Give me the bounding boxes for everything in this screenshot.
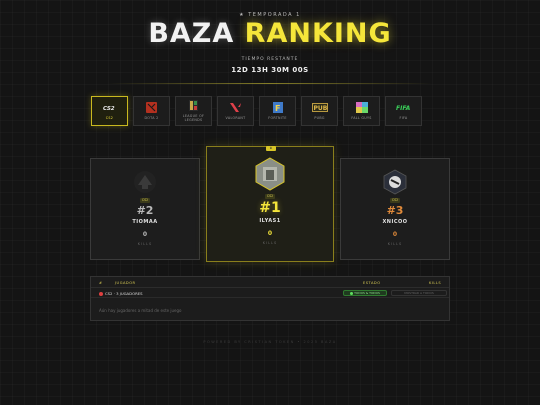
game-tab-label: CS2 xyxy=(105,116,114,120)
game-tab-label: FORTNITE xyxy=(268,116,287,120)
players-table: # JUGADOR ESTADO KILLS CS2 · 3 JUGADORES… xyxy=(90,276,450,321)
svg-text:PUBG: PUBG xyxy=(313,105,328,112)
game-tab-label: VALORANT xyxy=(225,116,246,120)
game-tab-label: PUBG xyxy=(314,116,325,120)
svg-text:FIFA: FIFA xyxy=(396,105,411,111)
game-badge: CS2 xyxy=(389,198,401,203)
title-ranking: RANKING xyxy=(244,18,392,49)
game-tab-fortnite[interactable]: F FORTNITE xyxy=(259,96,296,126)
player-name: ILYAS1 xyxy=(259,218,281,224)
player-name: TIOMAA xyxy=(132,219,158,225)
countdown-timer: 12D 13H 30M 00S xyxy=(231,66,309,74)
game-tab-valorant[interactable]: VALORANT xyxy=(217,96,254,126)
game-tab-label: FALL GUYS xyxy=(351,116,372,120)
filter-pill-active[interactable]: TODOS & TODOS xyxy=(343,290,387,296)
column-header-status: ESTADO xyxy=(363,281,381,285)
group-row[interactable]: CS2 · 3 JUGADORES TODOS & TODOS MOSTRAR … xyxy=(91,288,449,298)
group-text: CS2 · 3 JUGADORES xyxy=(105,291,143,296)
avatar xyxy=(132,169,158,195)
group-label: CS2 · 3 JUGADORES xyxy=(99,291,143,296)
remaining-label: TIEMPO RESTANTE xyxy=(241,57,299,62)
pubg-logo-icon: PUBG xyxy=(311,102,328,113)
empty-message: Aún hay jugadores a mitad de este juego xyxy=(99,308,182,313)
avatar xyxy=(253,157,287,191)
column-header-kills: KILLS xyxy=(429,281,442,285)
kills-label: KILLS xyxy=(262,241,278,245)
game-selector: CS2 CS2 DOTA 2 LEAGUE OF LEGENDS VALORAN… xyxy=(91,96,431,126)
avatar xyxy=(382,169,408,195)
kills-label: KILLS xyxy=(387,242,403,246)
fifa-logo-icon: FIFA xyxy=(396,102,412,113)
game-tab-lol[interactable]: LEAGUE OF LEGENDS xyxy=(175,96,212,126)
page-title: BAZA RANKING xyxy=(0,18,540,49)
kills-value: 0 xyxy=(142,231,148,238)
game-tab-pubg[interactable]: PUBG PUBG xyxy=(301,96,338,126)
valorant-logo-icon xyxy=(230,102,241,113)
title-baza: BAZA xyxy=(148,18,235,49)
game-tab-cs2[interactable]: CS2 CS2 xyxy=(91,96,128,126)
column-header-players: JUGADOR xyxy=(115,281,136,285)
table-header: # JUGADOR ESTADO KILLS xyxy=(91,277,449,288)
game-badge: CS2 xyxy=(264,194,276,199)
filter-pill-active-label: TODOS & TODOS xyxy=(354,291,380,295)
game-tab-dota2[interactable]: DOTA 2 xyxy=(133,96,170,126)
header-divider xyxy=(108,83,432,84)
dota2-logo-icon xyxy=(146,102,157,113)
hash-icon: # xyxy=(99,281,103,285)
rank-number: #3 xyxy=(386,204,404,217)
cs2-logo-icon: CS2 xyxy=(103,102,117,113)
player-name: XNICOO xyxy=(382,219,408,225)
online-dot-icon xyxy=(350,291,354,295)
rank-number: #1 xyxy=(259,200,281,216)
game-tab-label: FIFA xyxy=(399,116,408,120)
footer-text: POWERED BY CRISTIAN TOKEN • 2025 BAZA xyxy=(203,340,337,344)
podium-card-first[interactable]: ♛ CS2 #1 ILYAS1 0 KILLS xyxy=(206,146,334,262)
status-dot-icon xyxy=(99,292,103,296)
kills-value: 0 xyxy=(267,230,273,237)
kills-label: KILLS xyxy=(137,242,153,246)
game-tab-label: LEAGUE OF LEGENDS xyxy=(182,114,205,122)
svg-text:F: F xyxy=(275,104,280,113)
lol-logo-icon xyxy=(189,100,198,111)
fallguys-logo-icon xyxy=(355,102,368,113)
crown-icon: ♛ xyxy=(266,146,276,151)
filter-pill-inactive[interactable]: MOSTRAR A TODOS xyxy=(391,290,447,296)
game-tab-label: DOTA 2 xyxy=(144,116,159,120)
podium-card-second[interactable]: CS2 #2 TIOMAA 0 KILLS xyxy=(90,158,200,260)
podium-card-third[interactable]: CS2 #3 XNICOO 0 KILLS xyxy=(340,158,450,260)
game-badge: CS2 xyxy=(139,198,151,203)
svg-text:CS2: CS2 xyxy=(103,106,115,111)
fortnite-logo-icon: F xyxy=(272,102,283,113)
kills-value: 0 xyxy=(392,231,398,238)
rank-number: #2 xyxy=(136,204,154,217)
game-tab-fallguys[interactable]: FALL GUYS xyxy=(343,96,380,126)
game-tab-fifa[interactable]: FIFA FIFA xyxy=(385,96,422,126)
